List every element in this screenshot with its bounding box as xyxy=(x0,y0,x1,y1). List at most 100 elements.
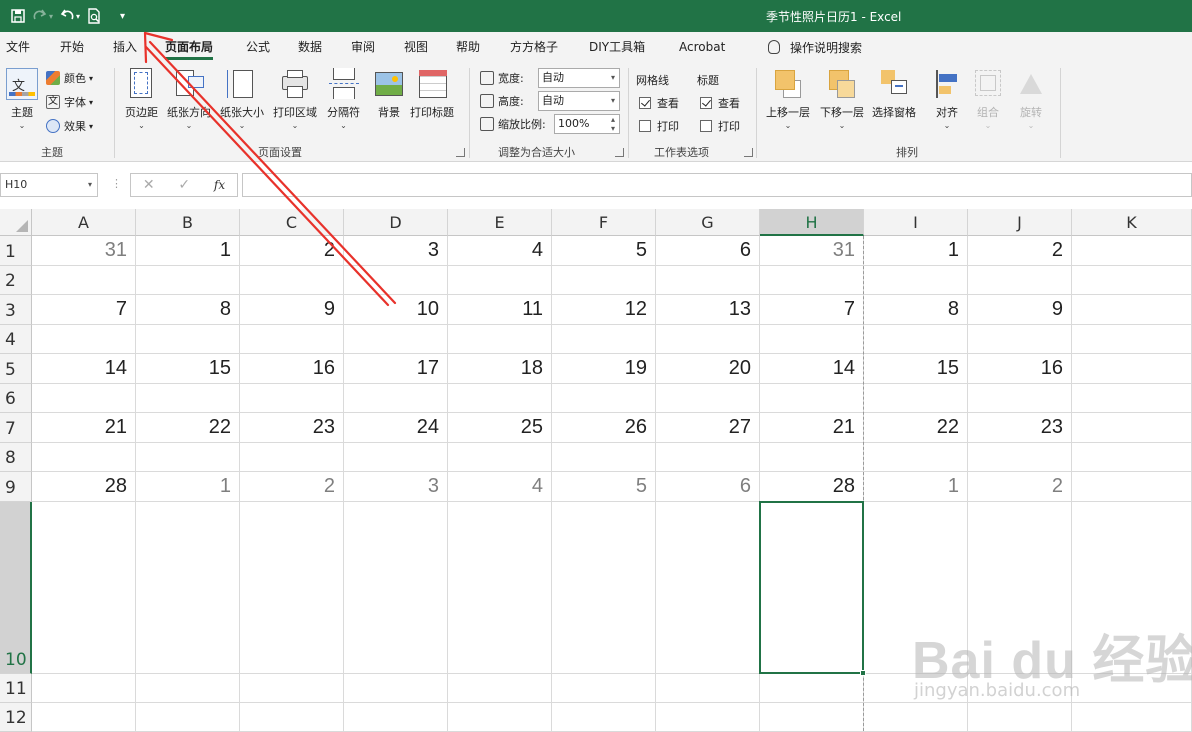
width-select[interactable]: 自动 ▾ xyxy=(538,68,620,88)
cell-j4[interactable] xyxy=(968,325,1072,354)
insert-function-icon[interactable]: fx xyxy=(214,178,225,192)
cell-a6[interactable] xyxy=(32,384,136,413)
cell-i7[interactable]: 22 xyxy=(864,413,968,443)
scale-stepper[interactable]: 100% ▴ ▾ xyxy=(554,114,620,134)
tab-8[interactable]: 帮助 xyxy=(456,32,480,62)
print-area-button[interactable]: 打印区域 ⌄ xyxy=(273,68,317,130)
cell-h9[interactable]: 28 xyxy=(760,472,864,502)
row-header-11[interactable]: 11 xyxy=(0,674,32,703)
cell-e2[interactable] xyxy=(448,266,552,295)
cell-a1[interactable]: 31 xyxy=(32,236,136,266)
cell-h1[interactable]: 31 xyxy=(760,236,864,266)
cell-f3[interactable]: 12 xyxy=(552,295,656,325)
cell-c6[interactable] xyxy=(240,384,344,413)
row-header-4[interactable]: 4 xyxy=(0,325,32,354)
group-button[interactable]: 组合 ⌄ xyxy=(973,68,1003,130)
undo-icon[interactable]: ▾ xyxy=(59,4,80,28)
cell-g1[interactable]: 6 xyxy=(656,236,760,266)
cell-b10[interactable] xyxy=(136,502,240,674)
theme-button[interactable]: 文 主题 ⌄ xyxy=(6,68,38,130)
cell-d1[interactable]: 3 xyxy=(344,236,448,266)
cell-f7[interactable]: 26 xyxy=(552,413,656,443)
cell-b11[interactable] xyxy=(136,674,240,703)
cell-k1[interactable] xyxy=(1072,236,1192,266)
cell-c4[interactable] xyxy=(240,325,344,354)
customize-toolbar-icon[interactable]: ▾ xyxy=(120,4,125,28)
cell-j1[interactable]: 2 xyxy=(968,236,1072,266)
column-header-a[interactable]: A xyxy=(32,209,136,236)
cell-c2[interactable] xyxy=(240,266,344,295)
formula-input[interactable] xyxy=(242,173,1192,197)
cell-g3[interactable]: 13 xyxy=(656,295,760,325)
cell-e8[interactable] xyxy=(448,443,552,472)
cell-f9[interactable]: 5 xyxy=(552,472,656,502)
cell-k2[interactable] xyxy=(1072,266,1192,295)
enter-icon[interactable]: ✓ xyxy=(178,177,190,193)
redo-icon[interactable]: ▾ xyxy=(32,4,53,28)
cell-g9[interactable]: 6 xyxy=(656,472,760,502)
cell-i2[interactable] xyxy=(864,266,968,295)
cell-h3[interactable]: 7 xyxy=(760,295,864,325)
tab-4[interactable]: 公式 xyxy=(246,32,270,62)
cell-e1[interactable]: 4 xyxy=(448,236,552,266)
cell-h11[interactable] xyxy=(760,674,864,703)
column-header-h[interactable]: H xyxy=(760,209,864,236)
cell-b6[interactable] xyxy=(136,384,240,413)
cell-b7[interactable]: 22 xyxy=(136,413,240,443)
margins-button[interactable]: 页边距 ⌄ xyxy=(125,68,158,130)
send-backward-button[interactable]: 下移一层 ⌄ xyxy=(820,68,864,130)
row-header-7[interactable]: 7 xyxy=(0,413,32,443)
column-header-g[interactable]: G xyxy=(656,209,760,236)
column-header-d[interactable]: D xyxy=(344,209,448,236)
cell-f12[interactable] xyxy=(552,703,656,732)
orientation-button[interactable]: 纸张方向 ⌄ xyxy=(167,68,211,130)
align-button[interactable]: 对齐 ⌄ xyxy=(932,68,962,130)
column-header-f[interactable]: F xyxy=(552,209,656,236)
column-header-k[interactable]: K xyxy=(1072,209,1192,236)
cell-a10[interactable] xyxy=(32,502,136,674)
cell-g10[interactable] xyxy=(656,502,760,674)
sheet-options-launcher-icon[interactable] xyxy=(744,148,753,157)
row-header-12[interactable]: 12 xyxy=(0,703,32,732)
cell-a4[interactable] xyxy=(32,325,136,354)
theme-colors-button[interactable]: 颜色 ▾ xyxy=(46,70,93,86)
page-setup-launcher-icon[interactable] xyxy=(456,148,465,157)
print-titles-button[interactable]: 打印标题 xyxy=(410,68,454,120)
cell-h4[interactable] xyxy=(760,325,864,354)
cell-b9[interactable]: 1 xyxy=(136,472,240,502)
cell-a8[interactable] xyxy=(32,443,136,472)
cell-c7[interactable]: 23 xyxy=(240,413,344,443)
print-preview-icon[interactable] xyxy=(86,4,102,28)
cell-g12[interactable] xyxy=(656,703,760,732)
cell-b1[interactable]: 1 xyxy=(136,236,240,266)
cell-f4[interactable] xyxy=(552,325,656,354)
cell-f5[interactable]: 19 xyxy=(552,354,656,384)
cell-d10[interactable] xyxy=(344,502,448,674)
cell-d3[interactable]: 10 xyxy=(344,295,448,325)
cell-c11[interactable] xyxy=(240,674,344,703)
cell-k7[interactable] xyxy=(1072,413,1192,443)
cell-k3[interactable] xyxy=(1072,295,1192,325)
cell-e6[interactable] xyxy=(448,384,552,413)
cell-c1[interactable]: 2 xyxy=(240,236,344,266)
cell-i4[interactable] xyxy=(864,325,968,354)
cell-k5[interactable] xyxy=(1072,354,1192,384)
tab-1[interactable]: 开始 xyxy=(60,32,84,62)
column-header-c[interactable]: C xyxy=(240,209,344,236)
cell-f10[interactable] xyxy=(552,502,656,674)
cell-b2[interactable] xyxy=(136,266,240,295)
tab-10[interactable]: DIY工具箱 xyxy=(589,32,645,62)
cell-k9[interactable] xyxy=(1072,472,1192,502)
tab-0[interactable]: 文件 xyxy=(6,32,30,62)
selection-pane-button[interactable]: 选择窗格 xyxy=(872,68,916,120)
cell-d8[interactable] xyxy=(344,443,448,472)
breaks-button[interactable]: 分隔符 ⌄ xyxy=(327,68,360,130)
cell-a9[interactable]: 28 xyxy=(32,472,136,502)
cell-i1[interactable]: 1 xyxy=(864,236,968,266)
column-header-b[interactable]: B xyxy=(136,209,240,236)
cell-d11[interactable] xyxy=(344,674,448,703)
cell-e7[interactable]: 25 xyxy=(448,413,552,443)
size-button[interactable]: 纸张大小 ⌄ xyxy=(220,68,264,130)
cell-h6[interactable] xyxy=(760,384,864,413)
column-header-j[interactable]: J xyxy=(968,209,1072,236)
